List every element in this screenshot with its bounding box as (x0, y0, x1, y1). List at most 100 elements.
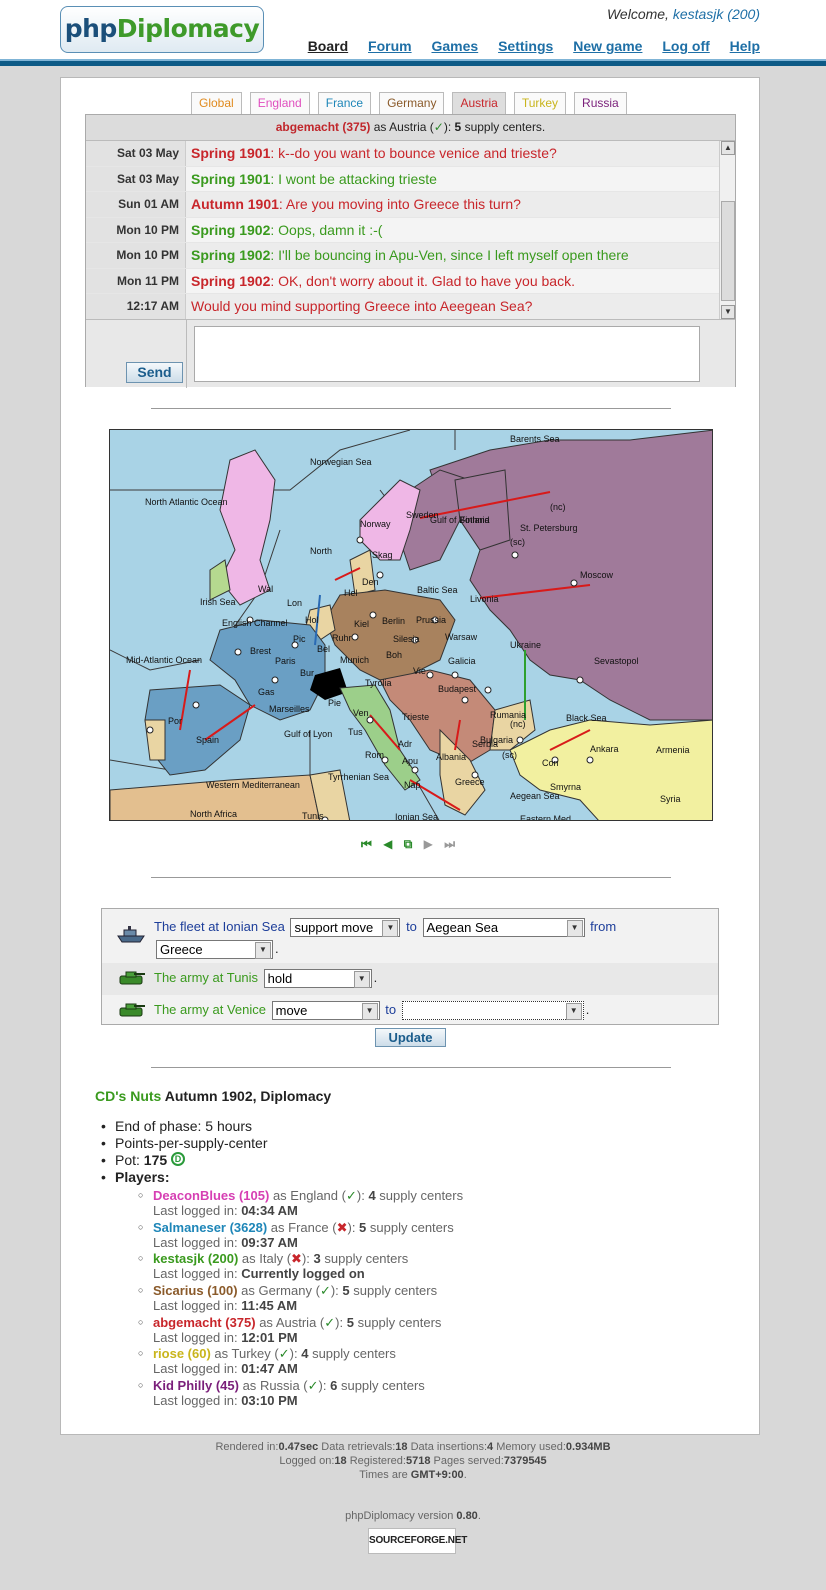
map-region-label: Ankara (590, 744, 619, 754)
scroll-up-icon[interactable]: ▲ (721, 141, 735, 155)
game-name[interactable]: CD's Nuts (95, 1088, 161, 1104)
map-region-label: Bel (317, 644, 330, 654)
map-navigation: ⏮ ◀ ⧉ ▶ ⏭ (361, 837, 463, 853)
update-orders-button[interactable]: Update (375, 1028, 446, 1047)
fleet-icon (117, 926, 145, 943)
player-name[interactable]: abgemacht (375) (153, 1315, 256, 1330)
player-entry: Kid Philly (45) as Russia (✓): 6 supply … (138, 1378, 723, 1410)
order-target-select[interactable] (401, 1001, 584, 1020)
points-icon: D (171, 1152, 186, 1166)
last-logged-in: Last logged in: 09:37 AM (153, 1234, 298, 1250)
sourceforge-badge[interactable]: SOURCEFORGE.NET (368, 1528, 467, 1554)
map-region-label: Warsaw (445, 632, 478, 642)
message-text: Would you mind supporting Greece into Ae… (191, 298, 533, 314)
username-link[interactable]: kestasjk (200) (673, 6, 760, 22)
large-map-icon[interactable]: ⧉ (404, 837, 413, 851)
tab-france[interactable]: France (317, 92, 372, 114)
pot: Pot: 175 D (99, 1152, 719, 1169)
map-region-label: Hel (344, 588, 358, 598)
map-region-label: Gas (258, 687, 275, 697)
map-region-label: Bulgaria (480, 735, 513, 745)
map-region-label: Tus (348, 727, 363, 737)
scroll-down-icon[interactable]: ▼ (721, 305, 735, 319)
diplomacy-map[interactable]: Barents Sea Norwegian Sea North Atlantic O… (109, 429, 713, 821)
map-region-label: North (310, 546, 332, 556)
order-type-select[interactable]: support move (290, 918, 401, 937)
message-text: Spring 1902: Oops, damn it :-( (191, 221, 383, 238)
scoring-system: Points-per-supply-center (99, 1135, 719, 1152)
map-region-label: Norway (360, 519, 391, 529)
player-name[interactable]: Salmaneser (3628) (153, 1220, 267, 1235)
nav-forum[interactable]: Forum (368, 38, 412, 54)
nav-games[interactable]: Games (431, 38, 478, 54)
player-name[interactable]: Sicarius (100) (153, 1283, 238, 1298)
nav-new-game[interactable]: New game (573, 38, 642, 54)
next-turn-icon[interactable]: ▶ (424, 837, 433, 851)
nav-log-off[interactable]: Log off (662, 38, 709, 54)
chat-message: Sun 01 AM Autumn 1901: Are you moving int… (86, 192, 720, 218)
nav-board[interactable]: Board (308, 38, 348, 54)
chat-message: Mon 11 PM Spring 1902: OK, don't worry ab… (86, 268, 720, 294)
message-time: Sat 03 May (86, 141, 186, 166)
map-region-label: (nc) (550, 502, 566, 512)
player-name[interactable]: Kid Philly (45) (153, 1378, 239, 1393)
map-region-label: Budapest (438, 684, 477, 694)
tab-england[interactable]: England (249, 92, 310, 114)
divider (151, 1067, 671, 1068)
tab-germany[interactable]: Germany (379, 92, 445, 114)
site-logo[interactable]: phpDiplomacy (60, 6, 264, 53)
map-region-label: Norwegian Sea (310, 457, 372, 467)
map-region-label: Greece (455, 777, 485, 787)
game-title: CD's Nuts Autumn 1902, Diplomacy (95, 1088, 331, 1104)
map-region-label: Sevastopol (594, 656, 639, 666)
map-region-label: Marseilles (269, 704, 310, 714)
send-button[interactable]: Send (126, 362, 183, 383)
map-region-label: Western Mediterranean (206, 780, 300, 790)
footer-version: phpDiplomacy version 0.80. (345, 1510, 481, 1522)
map-region-label: Munich (340, 655, 369, 665)
message-time: Mon 10 PM (86, 243, 186, 268)
player-entry: Sicarius (100) as Germany (✓): 5 supply … (138, 1283, 723, 1315)
tab-austria[interactable]: Austria (452, 92, 506, 114)
map-region-label: Ruhr (332, 633, 352, 643)
game-board-panel: Global England France Germany Austria Tu… (60, 77, 760, 1435)
map-region-label: Pic (293, 634, 306, 644)
chat-scrollbar[interactable]: ▲ ▼ (719, 141, 735, 319)
map-region-label: Silesia (393, 634, 420, 644)
map-region-label: Apu (402, 756, 418, 766)
nav-settings[interactable]: Settings (498, 38, 553, 54)
map-region-label: North Africa (190, 809, 237, 819)
footer-stats: Logged on:18 Registered:5718 Pages serve… (279, 1455, 547, 1467)
player-name[interactable]: DeaconBlues (105) (153, 1188, 269, 1203)
player-name[interactable]: kestasjk (200) (153, 1251, 238, 1266)
cross-icon: ✖ (336, 1219, 348, 1235)
tab-turkey[interactable]: Turkey (513, 92, 567, 114)
chat-partner-name[interactable]: abgemacht (375) (276, 120, 371, 134)
footer-stats: Rendered in:0.47sec Data retrievals:18 D… (215, 1441, 611, 1453)
order-type-select[interactable]: hold (263, 969, 372, 988)
map-region-label: English Channel (222, 618, 288, 628)
map-region-label: Ukraine (510, 640, 541, 650)
chat-message-input[interactable] (194, 326, 700, 382)
message-text: Spring 1901: k--do you want to bounce ve… (191, 145, 557, 161)
chat-tabs: Global England France Germany Austria Tu… (191, 92, 635, 114)
player-name[interactable]: riose (60) (153, 1346, 211, 1361)
order-from-select[interactable]: Greece (156, 940, 273, 959)
scroll-thumb[interactable] (721, 201, 735, 301)
chat-header: abgemacht (375) as Austria (✓): 5 supply… (86, 115, 735, 141)
map-region-label: Vie (413, 666, 426, 676)
previous-turn-icon[interactable]: ◀ (383, 837, 392, 851)
end-of-phase: End of phase: 5 hours (99, 1118, 719, 1135)
nav-help[interactable]: Help (730, 38, 760, 54)
last-turn-icon[interactable]: ⏭ (444, 837, 455, 851)
tab-global[interactable]: Global (191, 92, 242, 114)
chat-message: Mon 10 PM Spring 1902: Oops, damn it :-( (86, 217, 720, 243)
map-region-label: Berlin (382, 616, 405, 626)
tab-russia[interactable]: Russia (574, 92, 627, 114)
map-region-label: Con (542, 758, 559, 768)
order-target-select[interactable]: Aegean Sea (422, 918, 585, 937)
divider (151, 877, 671, 878)
order-type-select[interactable]: move (271, 1001, 380, 1020)
message-phase: Spring 1902 (191, 272, 271, 289)
first-turn-icon[interactable]: ⏮ (361, 837, 372, 851)
